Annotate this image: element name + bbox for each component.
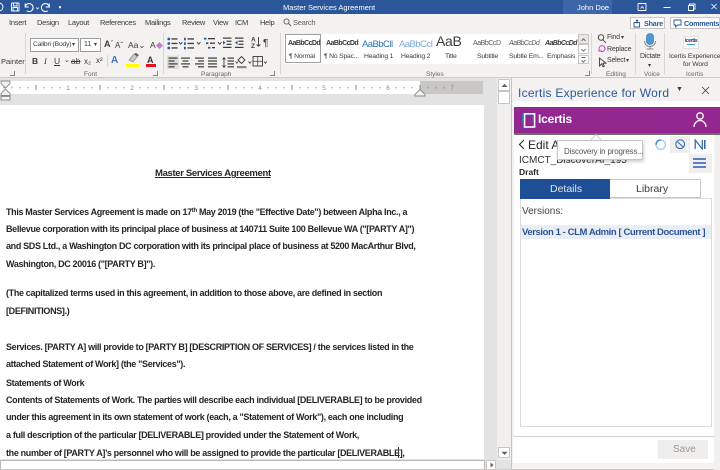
svg-text:6: 6 — [386, 85, 390, 92]
svg-text:7: 7 — [450, 85, 454, 92]
svg-text:¶: ¶ — [263, 38, 268, 49]
svg-text:3: 3 — [194, 85, 198, 92]
svg-text:Z: Z — [251, 43, 255, 49]
svg-text:1: 1 — [66, 85, 70, 92]
svg-text:2: 2 — [130, 85, 134, 92]
svg-text:5: 5 — [322, 85, 326, 92]
svg-text:4: 4 — [258, 85, 262, 92]
